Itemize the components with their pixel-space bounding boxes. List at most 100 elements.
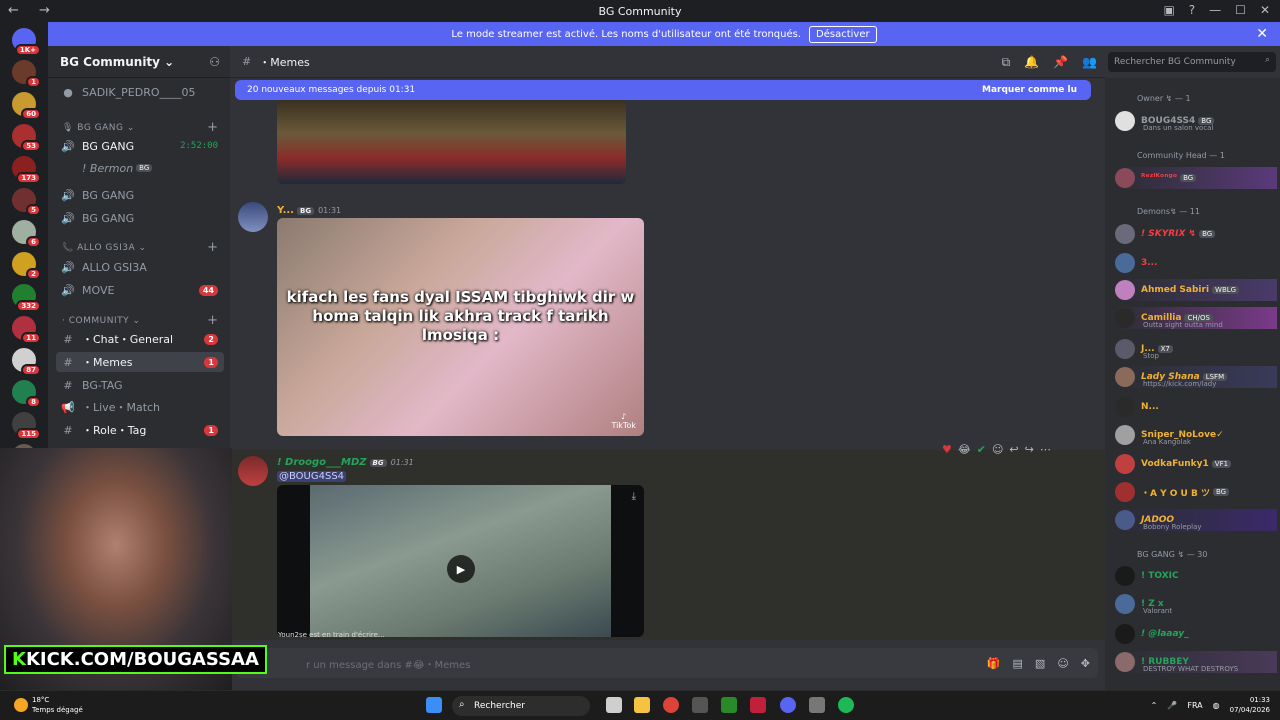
category-bg-gang[interactable]: 🎙 BG GANG ⌄ [62,123,135,133]
server-icon[interactable]: 1 [12,60,41,88]
member-row[interactable]: JADOO Bobony Roleplay [1115,509,1277,531]
add-user-icon[interactable]: ⚇ [209,55,220,69]
member-row[interactable]: Camillia CH/OS Outta sight outta mind [1115,307,1277,329]
message-input[interactable]: r un message dans #😂・Memes 🎁 ▤ ▧ ☺ ✥ [236,648,1098,678]
check-reaction-icon[interactable]: ✔ [977,443,986,456]
server-icon[interactable]: 60 [12,92,41,120]
windows-start-icon[interactable] [426,697,442,713]
member-row[interactable]: ! TOXIC [1115,565,1277,587]
server-icon[interactable]: 87 [12,348,41,376]
server-icon[interactable]: 11 [12,316,41,344]
server-header[interactable]: BG Community ⌄ ⚇ [48,46,230,78]
member-row[interactable]: VodkaFunky1 VF1 [1115,453,1277,475]
new-messages-bar[interactable]: 20 nouveaux messages depuis 01:31 Marque… [235,80,1091,100]
weather-widget[interactable]: 18°C Temps dégagé [14,695,83,715]
message-author[interactable]: ! Droogo___MDZ BG 01:31 [277,457,414,468]
member-row[interactable]: Lady Shana LSFM https://kick.com/lady [1115,366,1277,388]
user-mention[interactable]: @BOUG4SS4 [277,471,347,482]
help-icon[interactable]: ? [1189,3,1195,17]
threads-icon[interactable]: ⧉ [1002,55,1011,70]
add-reaction-icon[interactable]: ☺ [992,443,1003,456]
server-icon[interactable]: 53 [12,124,41,152]
language-indicator[interactable]: FRA [1187,701,1202,710]
member-row[interactable]: ! RUBBEY DESTROY WHAT DESTROYS [1115,651,1277,673]
reply-icon[interactable]: ↩ [1009,443,1018,456]
chrome-icon[interactable] [663,697,679,713]
members-icon[interactable]: 👥 [1082,55,1097,70]
inbox-icon[interactable]: ▣ [1163,3,1174,17]
category-community[interactable]: · COMMUNITY ⌄ [62,316,141,326]
nav-arrows[interactable]: ← → [8,3,58,18]
server-icon[interactable]: 332 [12,284,41,312]
voice-channel-bg-gang[interactable]: 🔊 BG GANG [56,208,224,228]
discord-home-icon[interactable]: 1K+ [12,28,41,56]
channel-bg-tag[interactable]: # BG-TAG [56,375,224,395]
server-icon[interactable]: 8 [12,380,41,408]
member-row[interactable]: ! Z x Valorant [1115,593,1277,615]
member-row[interactable]: 3... [1115,252,1277,274]
spotify-icon[interactable] [838,697,854,713]
maximize-button[interactable]: ☐ [1235,3,1246,17]
microphone-icon[interactable]: 🎤 [1167,701,1177,710]
add-channel-icon[interactable]: + [207,240,218,255]
member-row[interactable]: ・A Y O U B ツ BG [1115,481,1277,503]
discord-icon[interactable] [780,697,796,713]
image-attachment[interactable] [277,100,626,184]
member-row[interactable]: ! SKYRIX ↯ BG [1115,223,1277,245]
download-icon[interactable]: ⤓ [632,491,636,502]
member-row[interactable]: ᴿᵉᶻᴵᴷᵒⁿᵍᵒ BG [1115,167,1277,189]
apps-icon[interactable]: ✥ [1081,657,1090,670]
add-channel-icon[interactable]: + [207,120,218,135]
server-icon[interactable]: 5 [12,188,41,216]
member-row[interactable]: Sniper_NoLove✓ Ana Kangolak [1115,424,1277,446]
server-icon[interactable]: 6 [12,220,41,248]
gift-icon[interactable]: 🎁 [987,657,1001,670]
voice-user[interactable]: ● SADIK_PEDRO____05 [56,82,224,102]
sticker-icon[interactable]: ▧ [1035,657,1045,670]
avatar[interactable] [238,202,268,232]
gif-icon[interactable]: ▤ [1013,657,1023,670]
network-icon[interactable]: ◍ [1213,701,1220,710]
app-icon[interactable] [721,697,737,713]
task-view-icon[interactable] [606,697,622,713]
more-icon[interactable]: ⋯ [1040,443,1051,456]
voice-user[interactable]: ! Bermon BG [78,158,224,178]
avatar[interactable] [238,456,268,486]
category-allo[interactable]: 📞 ALLO GSI3A ⌄ [62,243,147,253]
member-row[interactable]: Ahmed Sabiri WBLG [1115,279,1277,301]
tiktok-video[interactable]: kifach les fans dyal ISSAM tibghiwk dir … [277,218,644,436]
chevron-up-icon[interactable]: ⌃ [1151,701,1158,710]
add-channel-icon[interactable]: + [207,313,218,328]
taskbar-search[interactable]: ⌕ Rechercher [452,696,590,716]
app-icon[interactable] [692,697,708,713]
member-row[interactable]: J... X7 Stop [1115,338,1277,360]
play-icon[interactable]: ▶ [447,555,475,583]
channel-chat-general[interactable]: # ・Chat・General 2 [56,329,224,349]
voice-channel-move[interactable]: 🔊 MOVE 44 [56,280,224,300]
channel-memes[interactable]: # ・Memes 1 [56,352,224,372]
server-icon[interactable]: 173 [12,156,41,184]
video-attachment[interactable]: ▶ ⤓ [277,485,644,637]
close-window-button[interactable]: ✕ [1260,3,1270,17]
emoji-icon[interactable]: ☺ [1057,657,1068,670]
member-row[interactable]: BOUG4SS4 BG Dans un salon vocal [1115,110,1277,132]
disable-streamer-button[interactable]: Désactiver [809,25,877,43]
voice-channel-allo[interactable]: 🔊 ALLO GSI3A [56,257,224,277]
member-row[interactable]: ! @laaay_ [1115,623,1277,645]
file-explorer-icon[interactable] [634,697,650,713]
bell-icon[interactable]: 🔔 [1024,55,1039,70]
message-author[interactable]: Y... BG 01:31 [277,205,341,216]
laugh-reaction-icon[interactable]: 😂 [958,443,971,456]
voice-channel-bg-gang[interactable]: 🔊 BG GANG 2:52:00 [56,136,224,156]
voice-channel-bg-gang[interactable]: 🔊 BG GANG [56,185,224,205]
minimize-button[interactable]: — [1209,3,1221,17]
pin-icon[interactable]: 📌 [1053,55,1068,70]
channel-role-tag[interactable]: # ・Role・Tag 1 [56,420,224,440]
forward-icon[interactable]: ↪ [1025,443,1034,456]
channel-live-match[interactable]: 📢 ・Live・Match [56,397,224,417]
app-icon[interactable] [809,697,825,713]
heart-reaction-icon[interactable]: ♥ [942,443,952,456]
search-input[interactable]: Rechercher BG Community ⌕ [1108,52,1276,72]
close-icon[interactable]: ✕ [1256,26,1268,42]
clock[interactable]: 01:33 07/04/2026 [1230,695,1270,715]
